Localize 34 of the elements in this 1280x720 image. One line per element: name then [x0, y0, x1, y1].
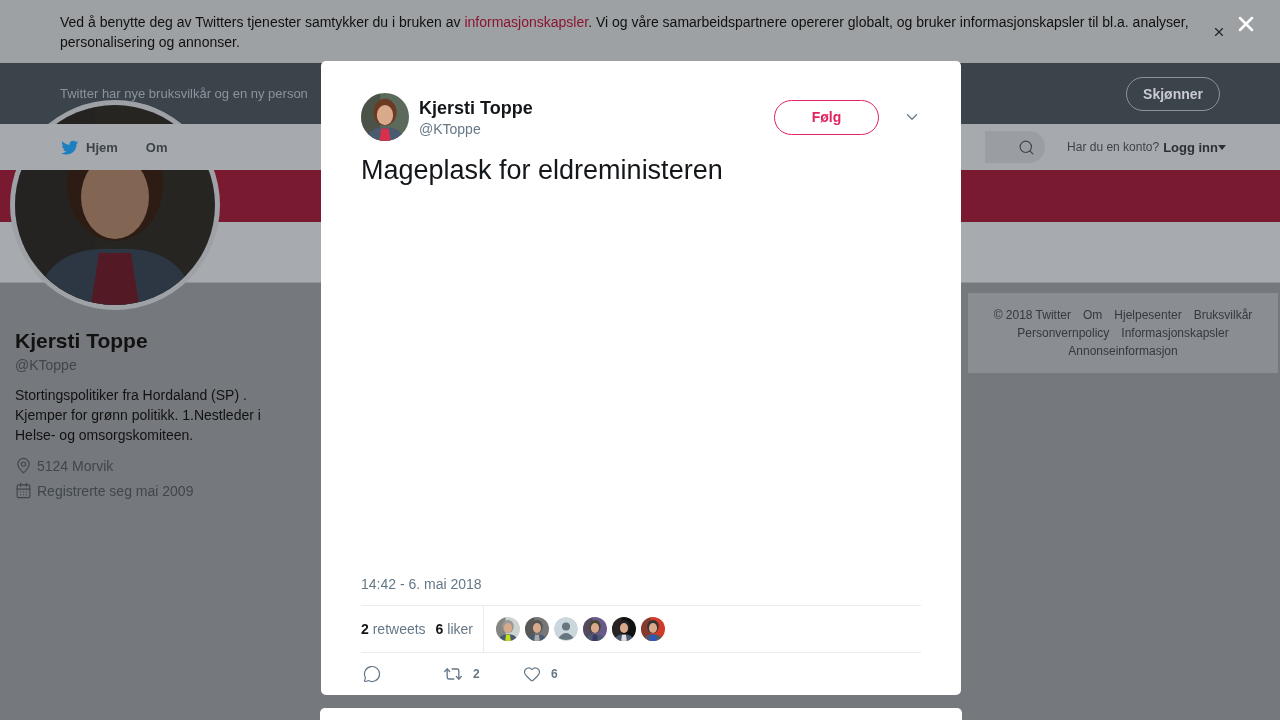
nav-link[interactable]: Hjem	[86, 139, 118, 155]
profile-bio: Stortingspolitiker fra Hordaland (SP) . Kjemper for grønn politikk. 1.Nestleder i Helse- og omsorgskomiteen.	[15, 386, 262, 445]
reply-icon	[363, 665, 381, 683]
terms-notice-text: Twitter har nye bruksvilkår og en ny person	[60, 86, 308, 101]
nav-link[interactable]: Om	[145, 139, 168, 155]
search-icon	[1018, 138, 1036, 156]
footer-link[interactable]: Bruksvilkår	[1193, 307, 1253, 323]
retweet-button[interactable]: 2	[441, 664, 521, 684]
default-avatar-icon	[553, 617, 578, 641]
tweet-text: Mageplask for eldreministeren	[361, 155, 724, 186]
profile-name: Kjersti Toppe	[15, 329, 149, 353]
cookie-notice-text: Ved å benytte deg av Twitters tjenester samtykker du i bruken av informasjonskapsler. Vi og våre samarbeidspartnere opererer globalt, og bruker informasjonskapsler til bl.a. analyser, personalisering og annonser.	[60, 12, 1190, 52]
footer-link[interactable]: Personvernpolicy	[1017, 325, 1110, 341]
bird-icon	[60, 138, 80, 156]
stat-link[interactable]: 2 retweets	[361, 621, 426, 637]
heart-icon	[523, 665, 541, 683]
follow-button[interactable]: Følg	[774, 99, 879, 135]
like-button[interactable]: 6	[521, 665, 601, 683]
cookie-link[interactable]: informasjonskapsler	[464, 13, 589, 30]
footer-link[interactable]: Informasjonskapsler	[1121, 325, 1229, 341]
footer-link[interactable]: © 2018 Twitter	[993, 307, 1071, 323]
author-name[interactable]: Kjersti Toppe	[419, 97, 764, 119]
login-prompt: Har du en konto?	[1067, 140, 1160, 154]
footer-link[interactable]: Hjelpesenter	[1114, 307, 1182, 323]
login-link[interactable]: Logg inn	[1163, 139, 1226, 155]
stat-link[interactable]: 6 liker	[435, 621, 473, 637]
location-pin-icon	[15, 457, 32, 474]
footer-link[interactable]: Annonseinformasjon	[1068, 343, 1178, 359]
author-handle: @KToppe	[419, 120, 482, 137]
caret-icon	[1218, 144, 1226, 150]
calendar-icon	[15, 482, 32, 499]
search-field[interactable]	[985, 131, 1046, 163]
tweet-timestamp: 14:42 - 6. mai 2018	[361, 576, 483, 592]
footer-link[interactable]: Om	[1082, 307, 1103, 323]
